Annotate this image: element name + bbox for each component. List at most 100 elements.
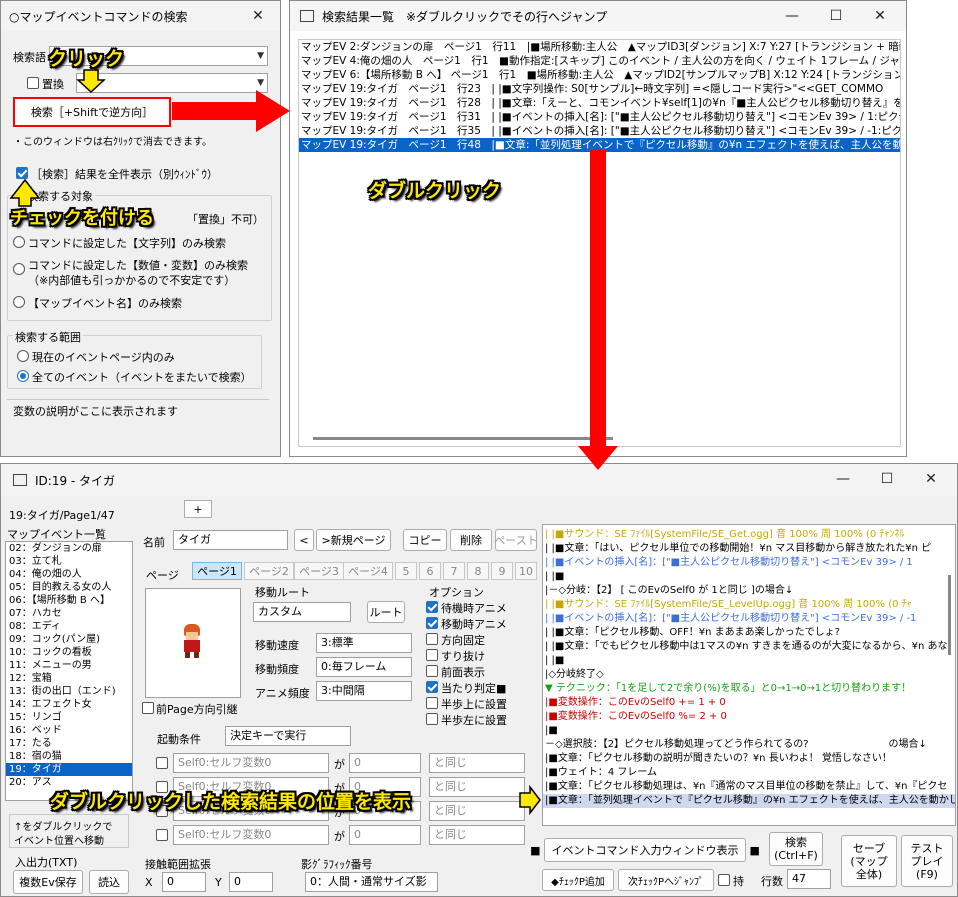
copy-button[interactable]: コピー: [403, 529, 447, 551]
option-checkbox[interactable]: [426, 633, 438, 645]
option-checkbox[interactable]: [426, 617, 438, 629]
test-play-button[interactable]: テスト プレイ (F9): [901, 835, 953, 887]
range-page-radio[interactable]: [17, 350, 29, 362]
new-page-button[interactable]: >新規ページ: [316, 529, 391, 551]
command-line[interactable]: |■文章：「ピクセル移動処理は、¥n『通常のマス目単位の移動を禁止』して、¥n『…: [543, 780, 955, 794]
prev-direction-checkbox[interactable]: [142, 702, 154, 714]
page-tab[interactable]: ページ3: [294, 562, 344, 580]
checkpoint-jump-button[interactable]: 次ﾁｪｯｸPへｼﾞｬﾝﾌﾟ: [618, 869, 714, 891]
add-tab-button[interactable]: +: [184, 500, 212, 518]
event-list[interactable]: 02：ダンジョンの扉 03：立て札 04：俺の畑の人 05：目的教える女の人 06：【場…: [5, 541, 133, 801]
delete-button[interactable]: 削除: [450, 529, 492, 551]
command-line[interactable]: | |■文章：「ピクセル移動、OFF！¥n まあまあ楽しかったでしょ?: [543, 626, 955, 640]
maximize-icon[interactable]: ☐: [865, 464, 909, 494]
option-checkbox[interactable]: [426, 665, 438, 677]
option-checkbox[interactable]: [426, 697, 438, 709]
event-list-item[interactable]: 19：タイガ: [6, 763, 132, 776]
event-list-item[interactable]: 04：俺の畑の人: [6, 568, 132, 581]
option-checkbox[interactable]: [426, 649, 438, 661]
minimize-icon[interactable]: —: [770, 1, 814, 31]
graphic-panel[interactable]: [145, 588, 241, 698]
option-checkbox[interactable]: [426, 713, 438, 725]
command-line[interactable]: | |■: [543, 654, 955, 668]
result-row[interactable]: マップEV 19:タイガ ページ1 行28 | |■文章:「えーと、コモンイベン…: [299, 96, 900, 110]
event-list-item[interactable]: 06：【場所移動 B へ】: [6, 594, 132, 607]
event-list-item[interactable]: 10：コックの看板: [6, 646, 132, 659]
trigger-select[interactable]: 決定キーで実行: [225, 726, 351, 746]
page-tab[interactable]: 5: [395, 562, 417, 580]
event-list-item[interactable]: 02：ダンジョンの扉: [6, 542, 132, 555]
condition-variable-select[interactable]: Self0:セルフ変数0: [173, 825, 329, 845]
event-list-item[interactable]: 07：ハカセ: [6, 607, 132, 620]
event-list-item[interactable]: 17：たる: [6, 737, 132, 750]
command-list[interactable]: | |■サウンド：SE ﾌｧｲﾙ[SystemFile/SE_Get.ogg] …: [542, 524, 956, 826]
search-ctrl-f-button[interactable]: 検索 (Ctrl+F): [769, 832, 823, 866]
option-checkbox[interactable]: [426, 601, 438, 613]
event-list-item[interactable]: 05：目的教える女の人: [6, 581, 132, 594]
event-list-item[interactable]: 15：リンゴ: [6, 711, 132, 724]
result-row[interactable]: マップEV 4:俺の畑の人 ページ1 行1 ■動作指定:[スキップ] このイベン…: [299, 54, 900, 68]
hold-checkbox[interactable]: [718, 874, 730, 886]
condition-variable-select[interactable]: Self0:セルフ変数0: [173, 753, 329, 773]
condition-operator-select[interactable]: と同じ: [429, 801, 525, 821]
show-all-checkbox[interactable]: [16, 167, 28, 179]
command-line[interactable]: －◇選択肢：【2】ピクセル移動処理ってどう作られてるの? の場合↓: [543, 738, 955, 752]
condition-checkbox[interactable]: [156, 829, 168, 841]
command-line[interactable]: |■文章：「並列処理イベントで『ピクセル移動』の¥n エフェクトを使えば、主人公…: [543, 794, 955, 808]
result-row[interactable]: マップEV 6:【場所移動 B へ】 ページ1 行1 ■場所移動:主人公 ▲マッ…: [299, 68, 900, 82]
condition-value-field[interactable]: 0: [349, 753, 421, 773]
multi-save-button[interactable]: 複数Ev保存: [13, 870, 83, 894]
result-row[interactable]: マップEV 19:タイガ ページ1 行48 |■文章:「並列処理イベントで『ピク…: [299, 138, 900, 152]
command-line[interactable]: |■ウェイト：4 フレーム: [543, 766, 955, 780]
replace-input[interactable]: ▼: [76, 73, 268, 93]
condition-operator-select[interactable]: と同じ: [429, 753, 525, 773]
event-list-item[interactable]: 09：コック(パン屋): [6, 633, 132, 646]
minimize-icon[interactable]: —: [821, 464, 865, 494]
command-line[interactable]: | |■サウンド：SE ﾌｧｲﾙ[SystemFile/SE_LevelUp.o…: [543, 598, 955, 612]
event-list-item[interactable]: 16：ベッド: [6, 724, 132, 737]
replace-checkbox[interactable]: [27, 77, 39, 89]
event-list-item[interactable]: 13：街の出口（エンド): [6, 685, 132, 698]
page-tab[interactable]: 7: [443, 562, 465, 580]
event-list-item[interactable]: 03：立て札: [6, 555, 132, 568]
maximize-icon[interactable]: ☐: [814, 1, 858, 31]
page-tab[interactable]: ページ2: [244, 562, 294, 580]
event-list-item[interactable]: 08：エディ: [6, 620, 132, 633]
move-route-select[interactable]: カスタム: [253, 602, 351, 622]
save-button[interactable]: セーブ (マップ 全体): [841, 835, 897, 887]
anim-select[interactable]: 3:中間隔: [316, 681, 412, 701]
condition-operator-select[interactable]: と同じ: [429, 777, 525, 797]
target-text-radio[interactable]: [13, 236, 25, 248]
command-line[interactable]: |■: [543, 724, 955, 738]
command-line[interactable]: |■文章：「ピクセル移動の説明が聞きたいの？¥n 長いわよ！ 覚悟しなさい！: [543, 752, 955, 766]
search-button[interactable]: 検索［+Shiftで逆方向］: [13, 97, 171, 127]
condition-checkbox[interactable]: [156, 757, 168, 769]
page-tab[interactable]: ページ4: [343, 562, 393, 580]
command-line[interactable]: | |■文章：「はい、ピクセル単位での移動開始！¥n マス目移動から解き放たれた…: [543, 542, 955, 556]
command-line[interactable]: | |■: [543, 570, 955, 584]
horizontal-scrollbar[interactable]: [313, 437, 613, 440]
result-row[interactable]: マップEV 19:タイガ ページ1 行31 | |■イベントの挿入[名]: ["…: [299, 110, 900, 124]
command-line[interactable]: | |■イベントの挿入[名]：["■主人公ピクセル移動切り替え"] <コモンEv…: [543, 556, 955, 570]
result-row[interactable]: マップEV 19:タイガ ページ1 行23 | |■文字列操作: S0[サンプル…: [299, 82, 900, 96]
page-tab[interactable]: 10: [515, 562, 537, 580]
close-icon[interactable]: ✕: [858, 1, 902, 31]
command-line[interactable]: | |■イベントの挿入[名]：["■主人公ピクセル移動切り替え"] <コモンEv…: [543, 612, 955, 626]
command-line[interactable]: |－◇分岐：【2】 [ このEvのSelf0 が 1と同じ ]の場合↓: [543, 584, 955, 598]
target-number-radio[interactable]: [13, 263, 25, 275]
paste-button[interactable]: ペースト: [494, 529, 538, 551]
checkpoint-add-button[interactable]: ◆ﾁｪｯｸP追加: [542, 869, 614, 891]
event-list-item[interactable]: 11：メニューの男: [6, 659, 132, 672]
command-line[interactable]: |■変数操作：このEvのSelf0 %= 2 + 0: [543, 710, 955, 724]
name-field[interactable]: タイガ: [173, 530, 288, 550]
command-line[interactable]: | |■文章：「でもピクセル移動中は1マスの¥n すきまを通るのが大変になるから…: [543, 640, 955, 654]
contact-x-field[interactable]: 0: [162, 872, 206, 892]
contact-y-field[interactable]: 0: [229, 872, 273, 892]
frequency-select[interactable]: 0:毎フレーム: [316, 657, 412, 677]
target-name-radio[interactable]: [13, 296, 25, 308]
lines-field[interactable]: 47: [787, 869, 831, 889]
page-tab[interactable]: 6: [419, 562, 441, 580]
command-line[interactable]: ▼ テクニック：「1を足して2で余り(%)を取る」と0→1→0→1と切り替わりま…: [543, 682, 955, 696]
range-all-radio[interactable]: [17, 370, 29, 382]
shadow-graphic-select[interactable]: 0：人間・通常サイズ影: [305, 872, 438, 892]
